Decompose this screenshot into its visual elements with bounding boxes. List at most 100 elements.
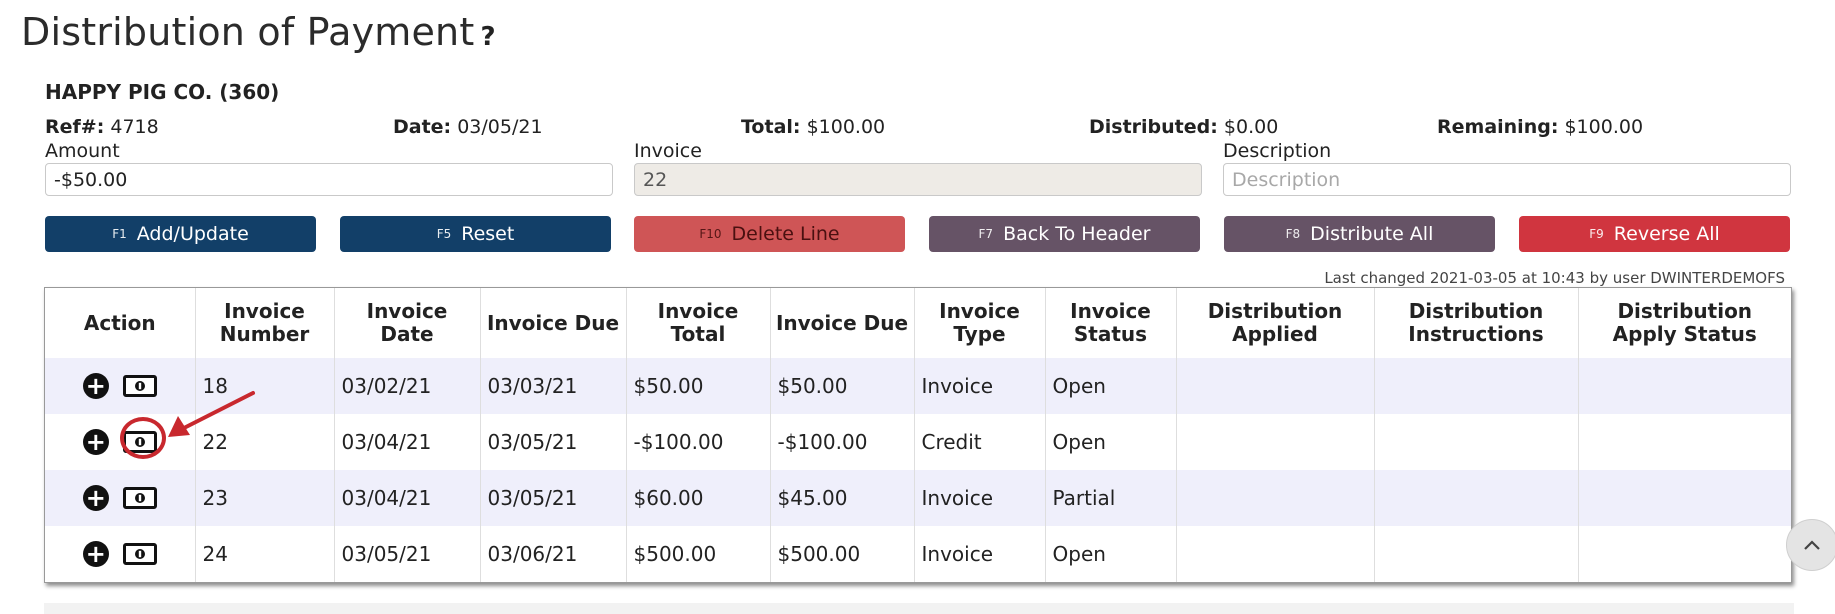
table-row[interactable]: + 23 03/04/21 03/05/21 $60.00 $45.00 Inv…	[45, 470, 1791, 526]
money-bill-icon[interactable]	[122, 375, 157, 397]
scroll-to-top-button[interactable]	[1786, 519, 1835, 571]
money-bill-icon[interactable]	[122, 431, 157, 453]
distribution-applied-cell	[1176, 526, 1375, 582]
invoice-amount-due-cell: $45.00	[770, 470, 915, 526]
distribution-applied-cell	[1176, 414, 1375, 470]
invoice-amount-due-cell: $500.00	[770, 526, 915, 582]
payment-summary: Ref#: 4718 Date: 03/05/21 Total: $100.00…	[45, 116, 1645, 142]
invoice-status-cell: Open	[1045, 526, 1177, 582]
invoice-date-cell: 03/02/21	[334, 358, 481, 414]
invoice-status-cell: Open	[1045, 414, 1177, 470]
plus-circle-icon[interactable]: +	[82, 429, 109, 455]
amount-input[interactable]	[45, 163, 613, 196]
invoice-input[interactable]	[634, 163, 1202, 196]
col-header-distribution-applied[interactable]: Distribution Applied	[1176, 288, 1375, 358]
table-header-row: Action Invoice Number Invoice Date Invoi…	[45, 288, 1791, 358]
action-cell: +	[45, 358, 196, 414]
col-header-distribution-instructions[interactable]: Distribution Instructions	[1374, 288, 1579, 358]
invoice-date-cell: 03/04/21	[334, 470, 481, 526]
distribution-instructions-cell	[1374, 358, 1579, 414]
col-header-invoice-status[interactable]: Invoice Status	[1045, 288, 1177, 358]
f8-key-label: F8	[1285, 227, 1301, 241]
distribution-instructions-cell	[1374, 470, 1579, 526]
page-title: Distribution of Payment?	[21, 10, 496, 54]
description-input[interactable]	[1223, 163, 1791, 196]
col-header-invoice-due-date[interactable]: Invoice Due	[480, 288, 627, 358]
invoice-type-cell: Credit	[914, 414, 1046, 470]
invoice-number-cell: 24	[195, 526, 335, 582]
invoice-due-date-cell: 03/03/21	[480, 358, 627, 414]
ref-value: 4718	[110, 116, 159, 138]
help-icon[interactable]: ?	[480, 22, 495, 52]
invoice-amount-due-cell: $50.00	[770, 358, 915, 414]
f5-key-label: F5	[436, 227, 452, 241]
plus-circle-icon[interactable]: +	[82, 373, 109, 399]
invoice-date-cell: 03/05/21	[334, 526, 481, 582]
date-value: 03/05/21	[457, 116, 543, 138]
total-value: $100.00	[806, 116, 886, 138]
plus-circle-icon[interactable]: +	[82, 541, 109, 567]
table-row[interactable]: + 24 03/05/21 03/06/21 $500.00 $500.00 I…	[45, 526, 1791, 582]
col-header-action[interactable]: Action	[45, 288, 196, 358]
add-update-button[interactable]: F1 Add/Update	[45, 216, 316, 252]
total-label: Total:	[741, 116, 801, 138]
invoice-total-cell: -$100.00	[626, 414, 771, 470]
amount-label: Amount	[45, 140, 120, 162]
delete-line-button[interactable]: F10 Delete Line	[634, 216, 905, 252]
summary-date: Date: 03/05/21	[393, 116, 543, 138]
plus-circle-icon[interactable]: +	[82, 485, 109, 511]
page-footer-divider	[44, 603, 1794, 614]
reverse-all-button[interactable]: F9 Reverse All	[1519, 216, 1790, 252]
col-header-invoice-type[interactable]: Invoice Type	[914, 288, 1046, 358]
summary-ref: Ref#: 4718	[45, 116, 159, 138]
action-cell: +	[45, 470, 196, 526]
distribution-applied-cell	[1176, 470, 1375, 526]
distribution-apply-status-cell	[1578, 470, 1791, 526]
reverse-all-label: Reverse All	[1613, 223, 1720, 245]
f7-key-label: F7	[978, 227, 994, 241]
money-bill-icon[interactable]	[122, 543, 157, 565]
distribute-all-label: Distribute All	[1310, 223, 1434, 245]
distribution-instructions-cell	[1374, 414, 1579, 470]
delete-line-label: Delete Line	[731, 223, 840, 245]
company-name: HAPPY PIG CO. (360)	[45, 80, 280, 104]
action-cell: +	[45, 526, 196, 582]
invoice-total-cell: $500.00	[626, 526, 771, 582]
summary-remaining: Remaining: $100.00	[1437, 116, 1643, 138]
table-row[interactable]: + 22 03/04/21 03/05/21 -$100.00 -$100.00…	[45, 414, 1791, 470]
description-label: Description	[1223, 140, 1332, 162]
chevron-up-icon	[1804, 540, 1820, 550]
col-header-invoice-date[interactable]: Invoice Date	[334, 288, 481, 358]
distribute-all-button[interactable]: F8 Distribute All	[1224, 216, 1495, 252]
invoice-label: Invoice	[634, 140, 702, 162]
invoice-total-cell: $50.00	[626, 358, 771, 414]
action-cell: +	[45, 414, 196, 470]
invoice-type-cell: Invoice	[914, 470, 1046, 526]
invoice-total-cell: $60.00	[626, 470, 771, 526]
invoice-due-date-cell: 03/05/21	[480, 470, 627, 526]
f10-key-label: F10	[699, 227, 722, 241]
distributed-label: Distributed:	[1089, 116, 1218, 138]
back-to-header-button[interactable]: F7 Back To Header	[929, 216, 1200, 252]
invoice-number-cell: 18	[195, 358, 335, 414]
reset-label: Reset	[461, 223, 515, 245]
invoice-type-cell: Invoice	[914, 526, 1046, 582]
last-changed-text: Last changed 2021-03-05 at 10:43 by user…	[1324, 269, 1785, 287]
reset-button[interactable]: F5 Reset	[340, 216, 611, 252]
col-header-invoice-amount-due[interactable]: Invoice Due	[770, 288, 915, 358]
invoice-number-cell: 22	[195, 414, 335, 470]
back-to-header-label: Back To Header	[1003, 223, 1151, 245]
invoice-status-cell: Open	[1045, 358, 1177, 414]
col-header-invoice-total[interactable]: Invoice Total	[626, 288, 771, 358]
invoice-grid: Action Invoice Number Invoice Date Invoi…	[44, 287, 1792, 583]
money-bill-icon[interactable]	[122, 487, 157, 509]
invoice-number-cell: 23	[195, 470, 335, 526]
summary-total: Total: $100.00	[741, 116, 885, 138]
distribution-instructions-cell	[1374, 526, 1579, 582]
remaining-value: $100.00	[1564, 116, 1644, 138]
col-header-distribution-apply-status[interactable]: Distribution Apply Status	[1578, 288, 1791, 358]
f1-key-label: F1	[112, 227, 127, 241]
col-header-invoice-number[interactable]: Invoice Number	[195, 288, 335, 358]
table-row[interactable]: + 18 03/02/21 03/03/21 $50.00 $50.00 Inv…	[45, 358, 1791, 414]
invoice-due-date-cell: 03/05/21	[480, 414, 627, 470]
